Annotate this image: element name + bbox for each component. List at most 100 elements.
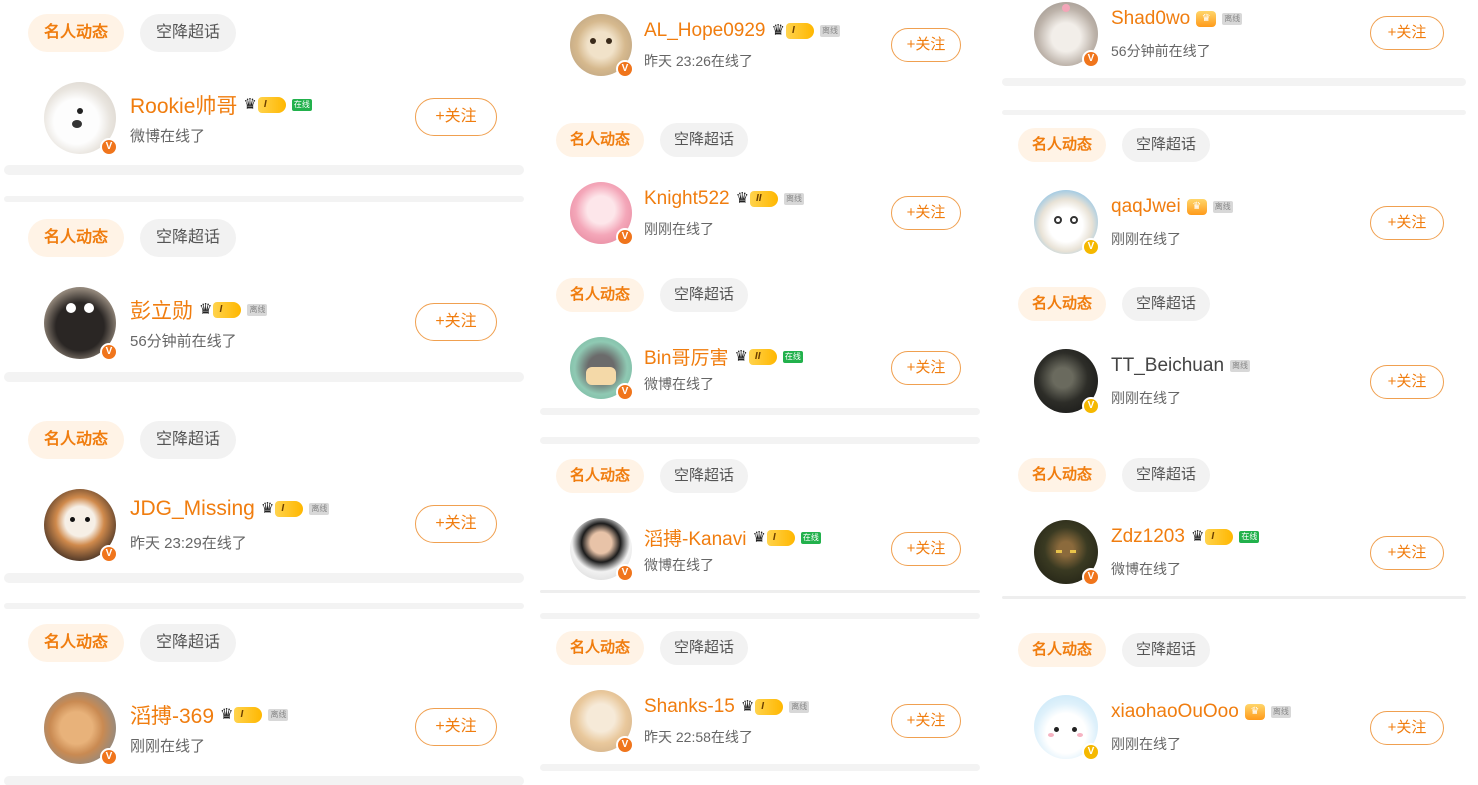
airdrop-topic-button[interactable]: 空降超话 bbox=[140, 421, 237, 459]
username[interactable]: JDG_Missing bbox=[130, 497, 255, 521]
verified-icon: V bbox=[100, 343, 118, 361]
verified-icon: V bbox=[616, 60, 634, 78]
online-status: 刚刚在线了 bbox=[1111, 736, 1181, 752]
online-status: 微博在线了 bbox=[1111, 561, 1181, 577]
username[interactable]: Knight522 bbox=[644, 188, 730, 210]
presence-tag: 离线 bbox=[789, 701, 810, 713]
presence-tag: 在线 bbox=[291, 99, 312, 111]
airdrop-topic-button[interactable]: 空降超话 bbox=[660, 631, 749, 665]
airdrop-topic-button[interactable]: 空降超话 bbox=[140, 219, 237, 257]
celeb-feed-button[interactable]: 名人动态 bbox=[28, 219, 125, 257]
divider bbox=[4, 603, 524, 609]
avatar[interactable]: V bbox=[1034, 695, 1100, 761]
avatar[interactable]: V bbox=[570, 518, 634, 582]
user-row[interactable]: V qaqJwei ♛ 离线 刚刚在线了 +关注 bbox=[1034, 190, 1460, 256]
divider bbox=[540, 613, 980, 619]
verified-icon: V bbox=[100, 748, 118, 766]
follow-button[interactable]: +关注 bbox=[891, 704, 961, 738]
follow-button[interactable]: +关注 bbox=[415, 303, 497, 341]
online-status: 56分钟前在线了 bbox=[1111, 43, 1211, 59]
username[interactable]: Zdz1203 bbox=[1111, 526, 1185, 548]
username[interactable]: Rookie帅哥 bbox=[130, 90, 237, 120]
avatar[interactable]: V bbox=[1034, 520, 1100, 586]
card-actions: 名人动态 空降超话 bbox=[1018, 128, 1211, 162]
username[interactable]: Bin哥厉害 bbox=[644, 343, 728, 370]
celeb-feed-button[interactable]: 名人动态 bbox=[556, 123, 645, 157]
username[interactable]: qaqJwei bbox=[1111, 196, 1181, 218]
username[interactable]: Shanks-15 bbox=[644, 696, 735, 718]
card-actions: 名人动态 空降超话 bbox=[28, 14, 237, 52]
airdrop-topic-button[interactable]: 空降超话 bbox=[1122, 287, 1211, 321]
divider bbox=[540, 590, 980, 593]
avatar[interactable]: V bbox=[570, 14, 634, 78]
username[interactable]: 彭立勋 bbox=[130, 295, 193, 325]
follow-button[interactable]: +关注 bbox=[415, 98, 497, 136]
airdrop-topic-button[interactable]: 空降超话 bbox=[660, 459, 749, 493]
user-row[interactable]: V 滔搏-Kanavi ♛ I 在线 微博在线了 +关注 bbox=[570, 518, 974, 582]
user-row[interactable]: V xiaohaoOuOoo ♛ 离线 刚刚在线了 +关注 bbox=[1034, 695, 1460, 761]
avatar[interactable]: V bbox=[570, 182, 634, 246]
user-row[interactable]: V AL_Hope0929 ♛ I 离线 昨天 23:26在线了 +关注 bbox=[570, 14, 974, 78]
avatar[interactable]: V bbox=[44, 287, 118, 361]
follow-button[interactable]: +关注 bbox=[891, 351, 961, 385]
verified-icon: V bbox=[616, 228, 634, 246]
follow-button[interactable]: +关注 bbox=[415, 708, 497, 746]
airdrop-topic-button[interactable]: 空降超话 bbox=[660, 278, 749, 312]
avatar[interactable]: V bbox=[44, 692, 118, 766]
user-row[interactable]: V 彭立勋 ♛ I 离线 56分钟前在线了 +关注 bbox=[44, 287, 518, 361]
username[interactable]: 滔搏-Kanavi bbox=[644, 524, 746, 551]
celeb-feed-button[interactable]: 名人动态 bbox=[556, 459, 645, 493]
celeb-feed-button[interactable]: 名人动态 bbox=[28, 14, 125, 52]
follow-button[interactable]: +关注 bbox=[891, 532, 961, 566]
avatar[interactable]: V bbox=[1034, 2, 1100, 68]
celeb-feed-button[interactable]: 名人动态 bbox=[1018, 287, 1107, 321]
follow-button[interactable]: +关注 bbox=[1370, 16, 1444, 50]
follow-button[interactable]: +关注 bbox=[891, 196, 961, 230]
card-actions: 名人动态 空降超话 bbox=[1018, 633, 1211, 667]
username[interactable]: Shad0wo bbox=[1111, 8, 1190, 30]
follow-button[interactable]: +关注 bbox=[1370, 365, 1444, 399]
divider bbox=[4, 573, 524, 583]
airdrop-topic-button[interactable]: 空降超话 bbox=[140, 14, 237, 52]
celeb-feed-button[interactable]: 名人动态 bbox=[1018, 458, 1107, 492]
celeb-feed-button[interactable]: 名人动态 bbox=[1018, 128, 1107, 162]
username[interactable]: AL_Hope0929 bbox=[644, 20, 766, 42]
user-row[interactable]: V JDG_Missing ♛ I 离线 昨天 23:29在线了 +关注 bbox=[44, 489, 518, 563]
follow-button[interactable]: +关注 bbox=[891, 28, 961, 62]
username[interactable]: 滔搏-369 bbox=[130, 700, 214, 730]
celeb-feed-button[interactable]: 名人动态 bbox=[556, 631, 645, 665]
avatar[interactable]: V bbox=[1034, 349, 1100, 415]
follow-button[interactable]: +关注 bbox=[1370, 206, 1444, 240]
celeb-feed-button[interactable]: 名人动态 bbox=[28, 421, 125, 459]
avatar[interactable]: V bbox=[570, 337, 634, 401]
avatar[interactable]: V bbox=[1034, 190, 1100, 256]
follow-button[interactable]: +关注 bbox=[415, 505, 497, 543]
user-row[interactable]: V Zdz1203 ♛ I 在线 微博在线了 +关注 bbox=[1034, 520, 1460, 586]
airdrop-topic-button[interactable]: 空降超话 bbox=[660, 123, 749, 157]
username[interactable]: xiaohaoOuOoo bbox=[1111, 701, 1239, 723]
celeb-feed-button[interactable]: 名人动态 bbox=[28, 624, 125, 662]
follow-button[interactable]: +关注 bbox=[1370, 536, 1444, 570]
user-row[interactable]: V Shanks-15 ♛ I 离线 昨天 22:58在线了 +关注 bbox=[570, 690, 974, 754]
avatar[interactable]: V bbox=[44, 82, 118, 156]
username[interactable]: TT_Beichuan bbox=[1111, 355, 1224, 377]
user-row[interactable]: V Shad0wo ♛ 离线 56分钟前在线了 +关注 bbox=[1034, 2, 1460, 68]
avatar[interactable]: V bbox=[44, 489, 118, 563]
presence-tag: 在线 bbox=[800, 531, 821, 544]
celeb-feed-button[interactable]: 名人动态 bbox=[1018, 633, 1107, 667]
user-row[interactable]: V TT_Beichuan 离线 刚刚在线了 +关注 bbox=[1034, 349, 1460, 415]
airdrop-topic-button[interactable]: 空降超话 bbox=[1122, 128, 1211, 162]
celeb-feed-button[interactable]: 名人动态 bbox=[556, 278, 645, 312]
airdrop-topic-button[interactable]: 空降超话 bbox=[1122, 458, 1211, 492]
divider bbox=[4, 372, 524, 382]
verified-icon: V bbox=[1082, 238, 1100, 256]
avatar[interactable]: V bbox=[570, 690, 634, 754]
airdrop-topic-button[interactable]: 空降超话 bbox=[1122, 633, 1211, 667]
user-row[interactable]: V 滔搏-369 ♛ I 离线 刚刚在线了 +关注 bbox=[44, 692, 518, 766]
user-row[interactable]: V Rookie帅哥 ♛ I 在线 微博在线了 +关注 bbox=[44, 82, 518, 156]
user-row[interactable]: V Knight522 ♛ II 离线 刚刚在线了 +关注 bbox=[570, 182, 974, 246]
online-status: 刚刚在线了 bbox=[1111, 231, 1181, 247]
user-row[interactable]: V Bin哥厉害 ♛ II 在线 微博在线了 +关注 bbox=[570, 337, 974, 401]
airdrop-topic-button[interactable]: 空降超话 bbox=[140, 624, 237, 662]
follow-button[interactable]: +关注 bbox=[1370, 711, 1444, 745]
